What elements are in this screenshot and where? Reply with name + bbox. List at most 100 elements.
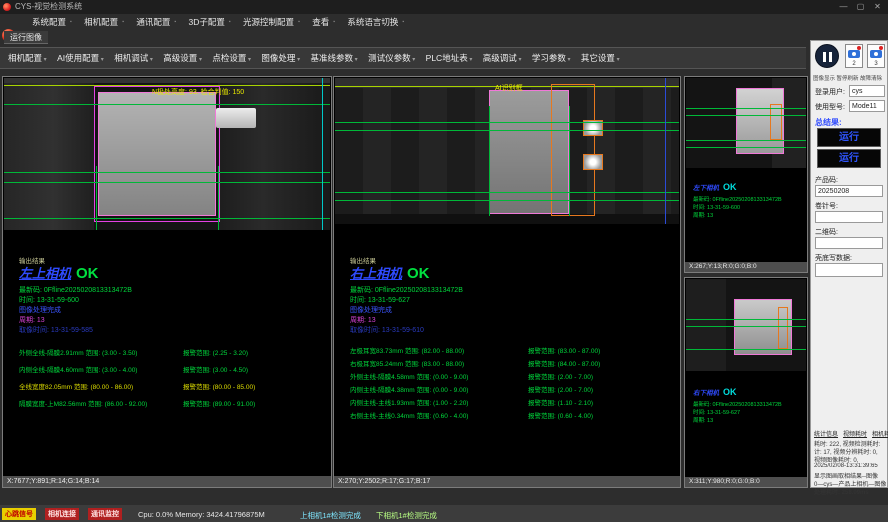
pause-button[interactable] (815, 44, 839, 68)
measurement-alarm: 报警范围: (83.00 - 87.00) (528, 345, 600, 355)
measurement-row: 右极耳宽85.24mm 范围: (83.00 - 88.00) 报警范围: (8… (350, 358, 670, 367)
right-side-panel: 2 3 图像显示 暂停刷新 故障清除 登录用户: cys 使用型号: Mode1… (810, 40, 888, 488)
measure-line-green (335, 192, 679, 193)
model-value[interactable]: Mode11 (849, 100, 885, 112)
result-status: OK (76, 265, 99, 282)
camera-view-lower-left: 左下相机OK 最新码: 0Ffline2025020813313472B 时间:… (684, 76, 808, 273)
measurement-label: 内侧主线-主线1.93mm 范围: (1.00 - 2.20) (350, 397, 468, 407)
measurement-row: 隔膜宽度-上M82.56mm 范围: (86.00 - 92.00) 报警范围:… (19, 398, 319, 407)
application-window: CYS-视觉检测系统 — ▢ ✕ 系统配置 相机配置 通讯配置 3D子配置 光源… (0, 0, 888, 522)
measurement-label: 右侧主线-主线0.34mm 范围: (0.60 - 4.00) (350, 410, 468, 420)
camera-image-lower-right[interactable] (686, 279, 806, 371)
edge-line-cyan (322, 78, 323, 230)
camera-view-toggle-button-2[interactable]: 3 (867, 44, 885, 68)
measurement-alarm: 报警范围: (80.00 - 85.00) (183, 381, 255, 391)
tool-other-settings[interactable]: 其它设置 (581, 48, 620, 70)
overlay-measure-label: N极处高度: 93. 检合判值: 150 (152, 87, 244, 97)
product-code-value[interactable]: 20250208 (815, 185, 883, 197)
needle-number-value[interactable] (815, 211, 883, 223)
camera-view-lower-right: 右下相机 OK 最新码: 0Ffline2025020813313472B 时间:… (684, 277, 808, 488)
latest-code-line: 最新码: 0Ffline2025020813313472B (693, 400, 782, 408)
machine-column-left (4, 78, 94, 230)
measurement-row: 右侧主线-主线0.34mm 范围: (0.60 - 4.00) 报警范围: (0… (350, 410, 670, 419)
needle-number-label: 卷针号: (815, 201, 838, 211)
camera-image-upper-left[interactable]: N极处高度: 93. 检合判值: 150 (4, 78, 330, 230)
measure-line-green (686, 108, 806, 109)
camera-image-upper-right[interactable]: AI识别框 (335, 78, 679, 224)
tool-spotcheck-settings[interactable]: 点检设置 (212, 48, 251, 70)
tool-baseline-params[interactable]: 基准线参数 (311, 48, 358, 70)
machine-column-right (218, 78, 330, 230)
time-line: 时间: 13-31-59-627 (693, 408, 740, 416)
camera-icon (870, 50, 882, 58)
capture-time-line: 取像时间: 13-31-59-585 (19, 325, 93, 335)
tool-learning-params[interactable]: 学习参数 (532, 48, 571, 70)
tool-advanced-settings[interactable]: 高级设置 (163, 48, 202, 70)
latest-code-line: 最新码: 0Ffline2025020813313472B (19, 285, 132, 295)
menu-system-config[interactable]: 系统配置 (32, 14, 72, 30)
camera-icon (848, 50, 860, 58)
measure-line-green-vertical (569, 106, 570, 216)
measure-line-green (335, 130, 679, 131)
qr-code-value[interactable] (815, 237, 883, 249)
connector-part (216, 108, 256, 128)
camera-count: 2 (846, 61, 862, 67)
menu-3d-config[interactable]: 3D子配置 (189, 14, 231, 30)
pixel-coordinate-readout: X:311;Y:980;R:0;G:0;B:0 (685, 477, 807, 487)
measurement-row: 外侧全线-隔膜2.91mm 范围: (3.00 - 3.50) 报警范围: (2… (19, 347, 319, 356)
tab-run-image[interactable]: 运行图像 (4, 31, 48, 44)
window-controls: — ▢ ✕ (835, 0, 886, 14)
cpu-memory-readout: Cpu: 0.0% Memory: 3424.41796875M (138, 510, 265, 519)
machine-rail-top (4, 78, 330, 83)
measurement-alarm: 报警范围: (1.10 - 2.10) (528, 397, 593, 407)
measurement-label: 外侧主线-隔膜4.58mm 范围: (0.00 - 9.00) (350, 371, 468, 381)
result-status: OK (723, 182, 737, 192)
capture-time-line: 取像时间: 13-31-59-610 (350, 325, 424, 335)
tool-advanced-debug[interactable]: 高级调试 (483, 48, 522, 70)
measure-line-green-vertical (218, 166, 219, 230)
latest-code-line: 最新码: 0Ffline2025020813313472B (693, 195, 782, 203)
tool-tester-params[interactable]: 测试仪参数 (368, 48, 415, 70)
menu-camera-config[interactable]: 相机配置 (84, 14, 124, 30)
menu-comm-config[interactable]: 通讯配置 (136, 14, 176, 30)
detection-roi-rect (94, 86, 220, 222)
ai-roi-label: AI识别框 (495, 83, 523, 93)
menu-light-control[interactable]: 光源控制配置 (243, 14, 300, 30)
tool-plc-address[interactable]: PLC地址表 (426, 48, 473, 70)
maximize-button[interactable]: ▢ (852, 0, 869, 14)
tool-camera-config[interactable]: 相机配置 (8, 48, 47, 70)
stats-tab-video[interactable]: 视频耗时 (843, 432, 867, 438)
total-result-display-1: 运行 (817, 128, 881, 147)
heartbeat-indicator: 心跳信号 (2, 508, 36, 520)
close-button[interactable]: ✕ (869, 0, 886, 14)
measurement-label: 内侧主线-隔膜4.38mm 范围: (0.00 - 9.00) (350, 384, 468, 394)
result-camera-name: 右上相机 (350, 266, 402, 281)
tool-image-processing[interactable]: 图像处理 (261, 48, 300, 70)
stats-tab-camera[interactable]: 相机耗时 (872, 432, 888, 438)
camera-image-lower-left[interactable] (686, 78, 806, 168)
comm-monitor-indicator: 通讯监控 (88, 508, 122, 520)
measurement-alarm: 报警范围: (2.25 - 3.20) (183, 347, 248, 357)
measurement-label: 内侧全线-隔膜4.60mm 范围: (3.00 - 4.00) (19, 364, 137, 374)
result-banner: 左上相机OK (19, 263, 99, 283)
camera-view-toggle-button-1[interactable]: 2 (845, 44, 863, 68)
minimize-button[interactable]: — (835, 0, 852, 14)
cycle-line: 周期: 13 (350, 315, 376, 325)
measurement-row: 外侧主线-隔膜4.58mm 范围: (0.00 - 9.00) 报警范围: (2… (350, 371, 670, 380)
menu-language-switch[interactable]: 系统语言切换 (347, 14, 404, 30)
result-camera-name: 右下相机 (693, 390, 719, 397)
edge-line-blue (665, 78, 666, 224)
result-status: OK (723, 387, 737, 397)
tool-camera-debug[interactable]: 相机调试 (114, 48, 153, 70)
machine-rail-bottom (335, 214, 679, 224)
tool-ai-config[interactable]: AI使用配置 (57, 48, 104, 70)
time-line: 时间: 13-31-59-600 (19, 295, 79, 305)
shell-write-data-value[interactable] (815, 263, 883, 277)
camera-view-upper-left: N极处高度: 93. 检合判值: 150 输出结果 左上相机OK 最新码: 0F… (2, 76, 332, 488)
camera-count: 3 (868, 61, 884, 67)
stats-tab-info[interactable]: 统计信息 (814, 432, 838, 438)
record-dot-icon (879, 46, 883, 50)
menu-view[interactable]: 查看 (312, 14, 335, 30)
login-user-value[interactable]: cys (849, 85, 885, 97)
detection-rect-orange (778, 307, 788, 349)
